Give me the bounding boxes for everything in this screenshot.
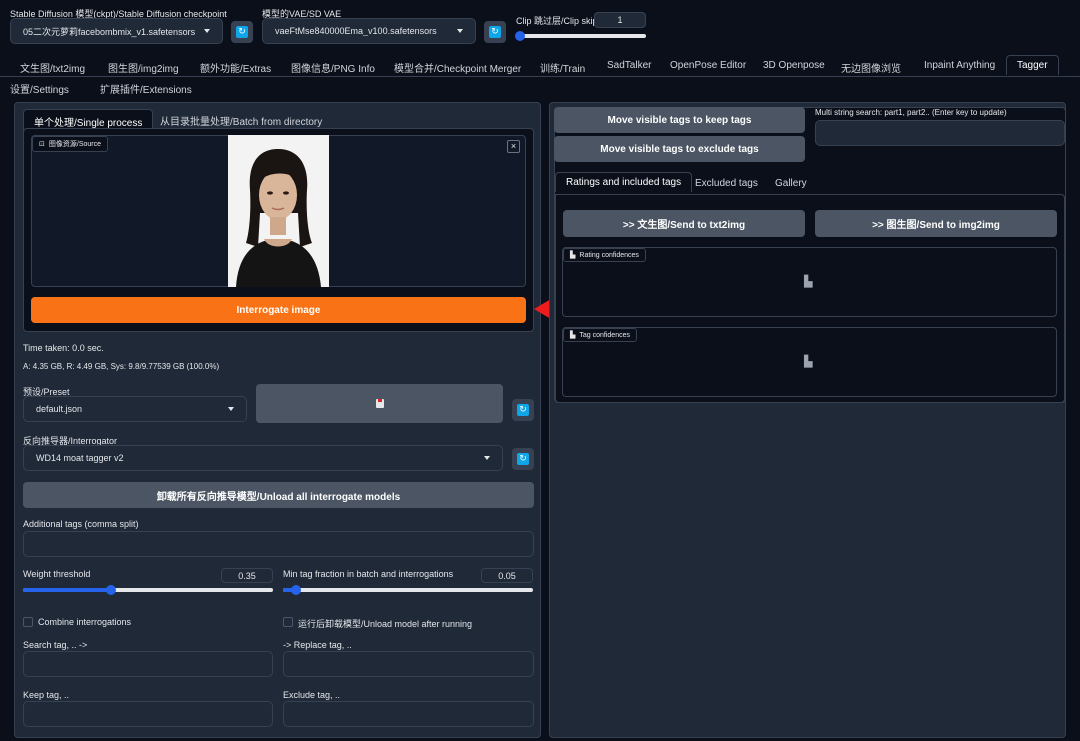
tab-excluded-tags[interactable]: Excluded tags	[695, 178, 758, 189]
clip-skip-label: Clip 跳过层/Clip skip	[516, 16, 598, 26]
preset-value: default.json	[36, 404, 83, 414]
send-to-img2img-button[interactable]: >> 图生图/Send to img2img	[815, 210, 1057, 237]
save-icon	[375, 399, 384, 408]
slider-thumb[interactable]	[106, 585, 116, 595]
main-tab-bar: 文生图/txt2img 图生图/img2img 额外功能/Extras 图像信息/PN…	[10, 55, 1070, 75]
rating-confidences-label: Rating confidences	[579, 251, 639, 259]
close-icon[interactable]: ×	[507, 140, 520, 153]
main-tab[interactable]: 3D Openpose	[763, 60, 825, 71]
vae-value: vaeFtMse840000Ema_v100.safetensors	[275, 26, 437, 36]
main-tab[interactable]: 模型合并/Checkpoint Merger	[394, 60, 521, 75]
weight-threshold-input[interactable]: 0.35	[221, 568, 273, 583]
weight-threshold-slider[interactable]	[23, 585, 273, 595]
min-tag-fraction-label: Min tag fraction in batch and interrogat…	[283, 569, 454, 579]
time-taken-text: Time taken: 0.0 sec.	[23, 343, 104, 353]
interrogator-refresh-button[interactable]: ↻	[512, 448, 534, 470]
chevron-down-icon	[228, 407, 234, 411]
unload-all-models-button[interactable]: 卸载所有反向推导模型/Unload all interrogate models	[23, 482, 534, 508]
refresh-icon: ↻	[236, 26, 248, 38]
additional-tags-label: Additional tags (comma split)	[23, 519, 139, 529]
checkpoint-refresh-button[interactable]: ↻	[231, 21, 253, 43]
multi-string-search-input[interactable]	[815, 120, 1065, 146]
additional-tags-input[interactable]	[23, 531, 534, 557]
unload-after-running-label: 运行后卸载模型/Unload model after running	[298, 619, 473, 629]
main-tab[interactable]: 设置/Settings	[10, 81, 69, 96]
exclude-tag-input[interactable]	[283, 701, 534, 727]
main-tab[interactable]: 图像信息/PNG Info	[291, 60, 375, 75]
send-to-txt2img-button[interactable]: >> 文生图/Send to txt2img	[563, 210, 805, 237]
chevron-down-icon	[484, 456, 490, 460]
search-tag-label: Search tag, .. ->	[23, 640, 88, 650]
tag-confidences-label: Tag confidences	[579, 331, 630, 339]
slider-thumb[interactable]	[291, 585, 301, 595]
interrogator-value: WD14 moat tagger v2	[36, 453, 124, 463]
tab-ratings-included[interactable]: Ratings and included tags	[555, 172, 693, 192]
vae-refresh-button[interactable]: ↻	[484, 21, 506, 43]
refresh-icon: ↻	[489, 26, 501, 38]
main-tab[interactable]: Inpaint Anything	[924, 60, 995, 71]
chevron-down-icon	[457, 29, 463, 33]
source-label-chip: ⊡ 图像资源/Source	[32, 136, 108, 152]
combine-interrogations-label: Combine interrogations	[38, 617, 132, 627]
image-icon: ⊡	[39, 141, 45, 148]
search-tag-input[interactable]	[23, 651, 273, 677]
tab-batch-directory[interactable]: 从目录批量处理/Batch from directory	[160, 113, 322, 128]
tab-divider	[0, 76, 1080, 77]
combine-interrogations-checkbox[interactable]	[23, 617, 33, 627]
replace-tag-input[interactable]	[283, 651, 534, 677]
exclude-tag-label: Exclude tag, ..	[283, 690, 341, 700]
slider-thumb[interactable]	[515, 31, 525, 41]
chart-icon: ▙	[570, 252, 576, 259]
main-tab[interactable]: 训练/Train	[540, 60, 585, 75]
source-label: 图像资源/Source	[48, 141, 101, 148]
tab-gallery[interactable]: Gallery	[775, 178, 807, 189]
interrogator-dropdown[interactable]: WD14 moat tagger v2	[23, 445, 503, 471]
replace-tag-label: -> Replace tag, ..	[283, 640, 352, 650]
slider-fill	[23, 588, 111, 592]
clip-skip-slider[interactable]	[515, 31, 646, 41]
move-to-exclude-tags-button[interactable]: Move visible tags to exclude tags	[554, 136, 805, 162]
keep-tag-input[interactable]	[23, 701, 273, 727]
min-tag-fraction-slider[interactable]	[283, 585, 533, 595]
source-portrait-image	[228, 135, 329, 287]
refresh-icon: ↻	[517, 404, 529, 416]
refresh-icon: ↻	[517, 453, 529, 465]
main-tab[interactable]: 文生图/txt2img	[20, 60, 85, 75]
save-preset-button[interactable]	[256, 384, 503, 423]
checkpoint-dropdown[interactable]: 05二次元萝莉facebombmix_v1.safetensors [aa	[10, 18, 223, 44]
keep-tag-label: Keep tag, ..	[23, 690, 70, 700]
rating-confidences-chip: ▙ Rating confidences	[563, 248, 646, 262]
main-tab[interactable]: OpenPose Editor	[670, 60, 746, 71]
move-to-keep-tags-button[interactable]: Move visible tags to keep tags	[554, 107, 805, 133]
preset-refresh-button[interactable]: ↻	[512, 399, 534, 421]
multi-string-search-label: Multi string search: part1, part2.. (Ent…	[815, 108, 1007, 117]
main-tab[interactable]: SadTalker	[607, 60, 651, 71]
main-tab[interactable]: 无边图像浏览	[841, 60, 901, 75]
main-tab[interactable]: 扩展插件/Extensions	[100, 81, 192, 96]
main-tab-bar-2: 设置/Settings 扩展插件/Extensions	[10, 79, 310, 96]
main-tab[interactable]: 图生图/img2img	[108, 60, 179, 75]
min-tag-fraction-input[interactable]: 0.05	[481, 568, 533, 583]
memory-usage-text: A: 4.35 GB, R: 4.49 GB, Sys: 9.8/9.77539…	[23, 362, 220, 371]
checkpoint-value: 05二次元萝莉facebombmix_v1.safetensors [aa	[23, 26, 196, 37]
empty-chart-icon: ▙	[804, 276, 813, 288]
clip-skip-input[interactable]: 1	[594, 12, 646, 28]
main-tab[interactable]: 额外功能/Extras	[200, 60, 271, 75]
empty-chart-icon: ▙	[804, 356, 813, 368]
chart-icon: ▙	[570, 332, 576, 339]
interrogate-image-button[interactable]: Interrogate image	[31, 297, 526, 323]
weight-threshold-label: Weight threshold	[23, 569, 91, 579]
preset-dropdown[interactable]: default.json	[23, 396, 247, 422]
main-tab[interactable]: Tagger	[1006, 55, 1059, 75]
vae-dropdown[interactable]: vaeFtMse840000Ema_v100.safetensors	[262, 18, 476, 44]
unload-after-running-checkbox[interactable]	[283, 617, 293, 627]
chevron-down-icon	[204, 29, 210, 33]
tag-confidences-chip: ▙ Tag confidences	[563, 328, 637, 342]
